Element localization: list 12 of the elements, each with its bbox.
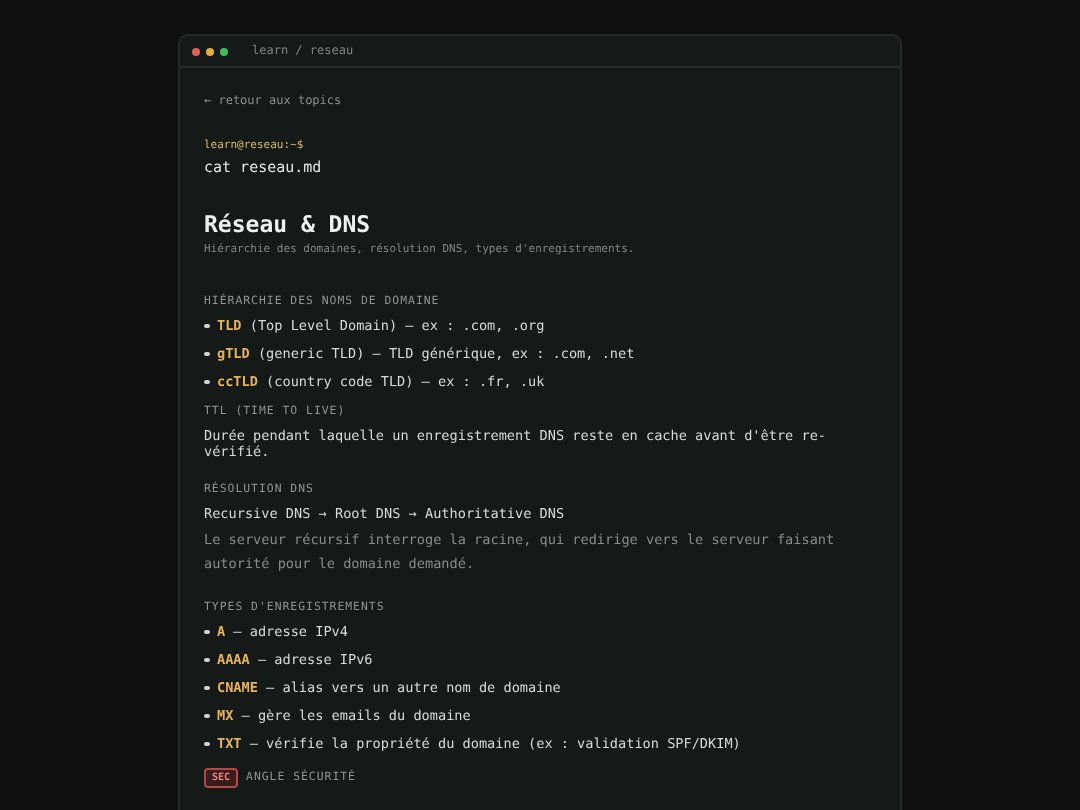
bullet-icon (204, 657, 209, 663)
bullet-icon (204, 685, 209, 691)
bullet-icon (204, 351, 209, 357)
maximize-dot-icon[interactable] (220, 47, 228, 55)
bullet-icon (204, 323, 209, 329)
bullet-icon (204, 379, 209, 385)
close-dot-icon[interactable] (192, 47, 200, 55)
bullet-icon (204, 629, 209, 635)
bullet-icon (204, 713, 209, 719)
minimize-dot-icon[interactable] (206, 47, 214, 55)
bullet-icon (204, 741, 209, 747)
page-title: Réseau & DNS (204, 210, 371, 238)
